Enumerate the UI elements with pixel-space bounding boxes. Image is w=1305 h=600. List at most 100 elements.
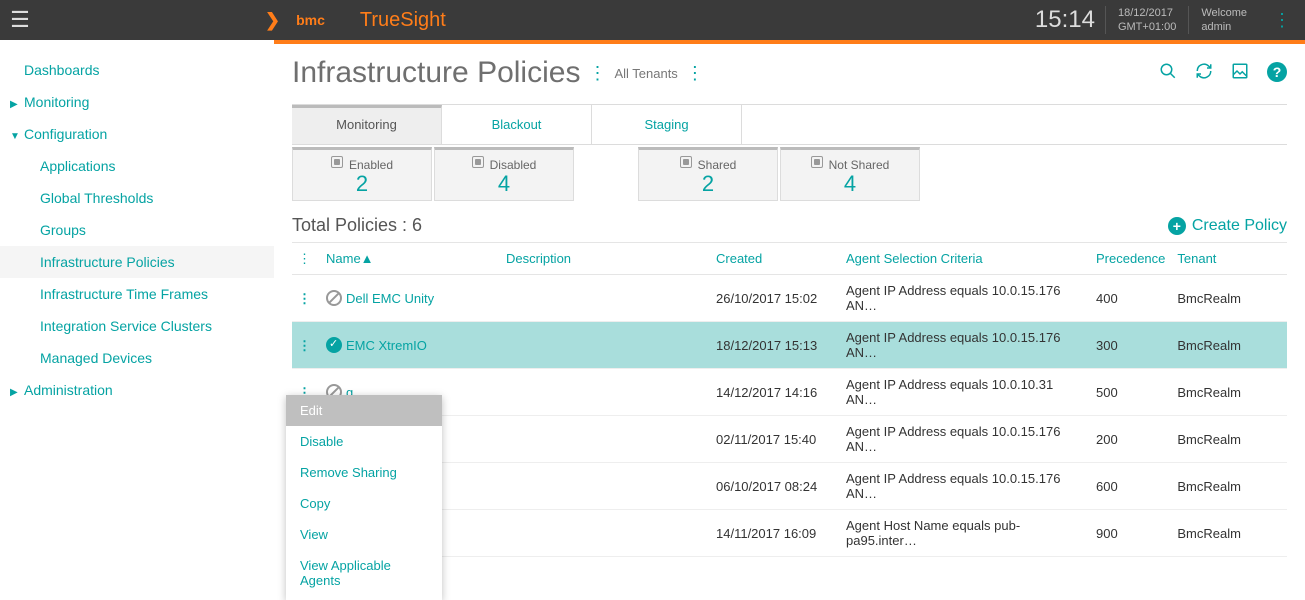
column-actions[interactable]: ⋮ [292, 243, 320, 275]
status-icon [326, 337, 342, 353]
total-policies-label: Total Policies : 6 [292, 215, 422, 236]
page-title: Infrastructure Policies [292, 56, 580, 90]
brand-product-text: TrueSight [360, 9, 446, 32]
search-icon[interactable] [1159, 62, 1177, 85]
page-titlebar: Infrastructure Policies ⋮ All Tenants ⋮ … [292, 56, 1287, 90]
header-date: 18/12/2017 GMT+01:00 [1105, 6, 1188, 35]
policy-description [500, 322, 710, 369]
policy-created: 18/12/2017 15:13 [710, 322, 840, 369]
tab-monitoring[interactable]: Monitoring [292, 105, 442, 144]
menu-item-view-applicable-agents[interactable]: View Applicable Agents [286, 550, 442, 596]
policy-created: 14/11/2017 16:09 [710, 510, 840, 557]
header-welcome: Welcome admin [1188, 6, 1259, 35]
policy-precedence: 900 [1090, 510, 1171, 557]
app-header: ☰ ❯ bmc TrueSight 15:14 18/12/2017 GMT+0… [0, 0, 1305, 40]
policy-tenant: BmcRealm [1171, 369, 1287, 416]
policy-tenant: BmcRealm [1171, 322, 1287, 369]
menu-item-copy[interactable]: Copy [286, 488, 442, 519]
table-row[interactable]: ⋮ EMC XtremIO 18/12/2017 15:13Agent IP Add… [292, 322, 1287, 369]
row-actions-icon[interactable]: ⋮ [298, 338, 314, 353]
policy-criteria: Agent IP Address equals 10.0.15.176 AN… [840, 322, 1090, 369]
main-content: Infrastructure Policies ⋮ All Tenants ⋮ … [274, 44, 1305, 561]
sidebar-item-configuration[interactable]: ▼Configuration [0, 118, 274, 150]
filter-enabled[interactable]: Enabled 2 [292, 147, 432, 201]
policy-name[interactable]: EMC XtremIO [346, 338, 427, 353]
sidebar-item-managed-devices[interactable]: Managed Devices [0, 342, 274, 374]
policy-precedence: 200 [1090, 416, 1171, 463]
filter-not-shared[interactable]: Not Shared 4 [780, 147, 920, 201]
policy-created: 06/10/2017 08:24 [710, 463, 840, 510]
brand-block: ❯ bmc TrueSight [265, 9, 446, 32]
row-actions-icon[interactable]: ⋮ [298, 291, 314, 306]
page-actions: ? [1159, 62, 1287, 85]
checkbox-icon [472, 156, 484, 168]
policy-description [500, 275, 710, 322]
sidebar-item-integration-service-clusters[interactable]: Integration Service Clusters [0, 310, 274, 342]
menu-item-view[interactable]: View [286, 519, 442, 550]
filter-disabled[interactable]: Disabled 4 [434, 147, 574, 201]
menu-item-disable[interactable]: Disable [286, 426, 442, 457]
sidebar-item-global-thresholds[interactable]: Global Thresholds [0, 182, 274, 214]
page-title-menu-icon[interactable]: ⋮ [588, 63, 606, 84]
policy-created: 02/11/2017 15:40 [710, 416, 840, 463]
policy-tenant: BmcRealm [1171, 275, 1287, 322]
policy-criteria: Agent IP Address equals 10.0.15.176 AN… [840, 275, 1090, 322]
image-icon[interactable] [1231, 62, 1249, 85]
help-icon[interactable]: ? [1267, 62, 1287, 82]
brand-bmc-text: bmc [296, 12, 325, 28]
filter-shared[interactable]: Shared 2 [638, 147, 778, 201]
policy-name[interactable]: Dell EMC Unity [346, 291, 434, 306]
tenant-filter-label[interactable]: All Tenants [614, 66, 677, 81]
sidebar-item-groups[interactable]: Groups [0, 214, 274, 246]
sidebar: Dashboards ▶Monitoring ▼Configuration Ap… [0, 44, 274, 561]
policy-precedence: 300 [1090, 322, 1171, 369]
row-context-menu: Edit Disable Remove Sharing Copy View Vi… [286, 395, 442, 600]
column-created[interactable]: Created [710, 243, 840, 275]
column-precedence[interactable]: Precedence [1090, 243, 1171, 275]
policy-tenant: BmcRealm [1171, 463, 1287, 510]
tab-blackout[interactable]: Blackout [442, 105, 592, 144]
policy-precedence: 600 [1090, 463, 1171, 510]
welcome-label: Welcome [1201, 6, 1247, 20]
bmc-logo-icon: ❯ [265, 10, 280, 31]
column-criteria[interactable]: Agent Selection Criteria [840, 243, 1090, 275]
policy-created: 14/12/2017 14:16 [710, 369, 840, 416]
sidebar-item-monitoring[interactable]: ▶Monitoring [0, 86, 274, 118]
policy-description [500, 416, 710, 463]
policy-created: 26/10/2017 15:02 [710, 275, 840, 322]
sidebar-item-administration[interactable]: ▶Administration [0, 374, 274, 406]
header-clock: 15:14 [1025, 6, 1105, 34]
sidebar-item-infrastructure-time-frames[interactable]: Infrastructure Time Frames [0, 278, 274, 310]
menu-item-edit[interactable]: Edit [286, 395, 442, 426]
policy-criteria: Agent IP Address equals 10.0.15.176 AN… [840, 416, 1090, 463]
policy-tenant: BmcRealm [1171, 510, 1287, 557]
menu-toggle-icon[interactable]: ☰ [0, 0, 40, 40]
policy-tenant: BmcRealm [1171, 416, 1287, 463]
filter-bar: Enabled 2 Disabled 4 Shared 2 Not Shared… [292, 147, 1287, 201]
policy-precedence: 400 [1090, 275, 1171, 322]
policy-precedence: 500 [1090, 369, 1171, 416]
checkbox-icon [811, 156, 823, 168]
header-tz-value: GMT+01:00 [1118, 20, 1176, 34]
column-tenant[interactable]: Tenant [1171, 243, 1287, 275]
policy-criteria: Agent IP Address equals 10.0.10.31 AN… [840, 369, 1090, 416]
welcome-user: admin [1201, 20, 1247, 34]
plus-icon: + [1168, 217, 1186, 235]
column-description[interactable]: Description [500, 243, 710, 275]
policy-description [500, 369, 710, 416]
checkbox-icon [331, 156, 343, 168]
sidebar-item-infrastructure-policies[interactable]: Infrastructure Policies [0, 246, 274, 278]
create-policy-button[interactable]: + Create Policy [1168, 217, 1287, 235]
header-actions-icon[interactable]: ⋮ [1259, 10, 1305, 31]
sidebar-item-applications[interactable]: Applications [0, 150, 274, 182]
sidebar-item-dashboards[interactable]: Dashboards [0, 54, 274, 86]
policy-tabs: Monitoring Blackout Staging [292, 104, 1287, 145]
tenant-filter-menu-icon[interactable]: ⋮ [686, 63, 704, 84]
tab-staging[interactable]: Staging [592, 105, 742, 144]
menu-item-remove-sharing[interactable]: Remove Sharing [286, 457, 442, 488]
column-name[interactable]: Name▲ [320, 243, 500, 275]
table-row[interactable]: ⋮ Dell EMC Unity 26/10/2017 15:02Agent IP … [292, 275, 1287, 322]
refresh-icon[interactable] [1195, 62, 1213, 85]
policy-criteria: Agent IP Address equals 10.0.15.176 AN… [840, 463, 1090, 510]
policy-description [500, 463, 710, 510]
